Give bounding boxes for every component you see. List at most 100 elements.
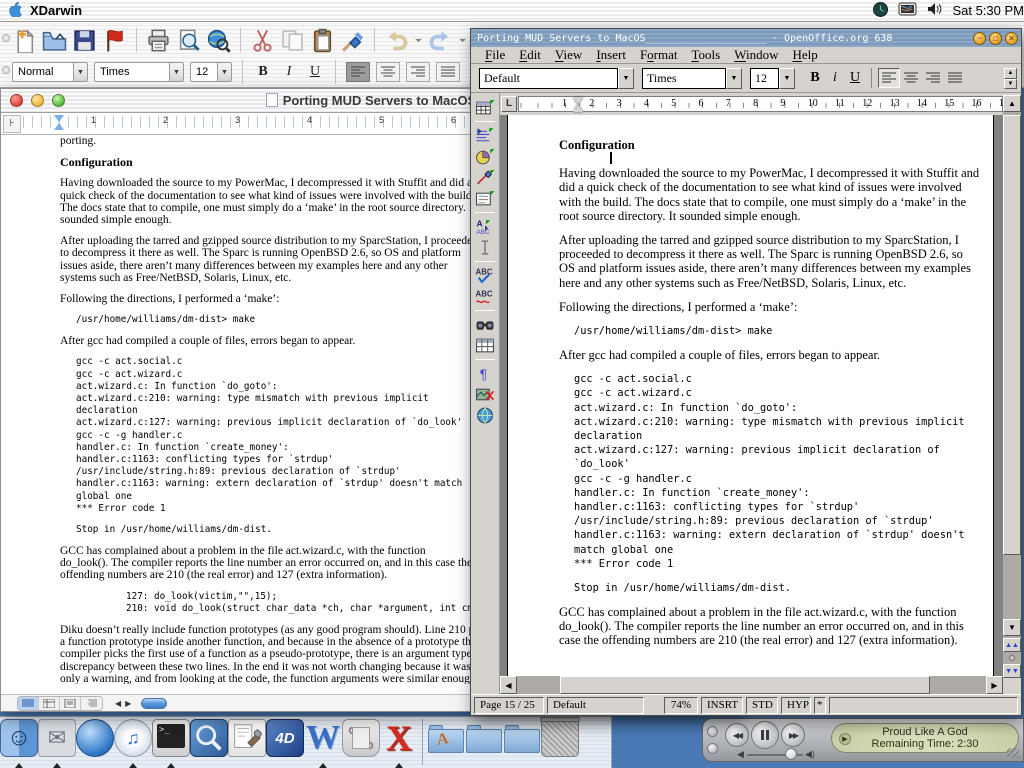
font-size-select[interactable]: 12▼ xyxy=(190,62,232,82)
form-icon[interactable] xyxy=(474,189,496,208)
displays-menu-icon[interactable] xyxy=(898,2,917,20)
oo-page[interactable]: ConfigurationHaving downloaded the sourc… xyxy=(507,115,994,676)
dock-item-folder2[interactable] xyxy=(503,719,541,768)
oo-hscrollbar-thumb[interactable] xyxy=(560,676,930,694)
clock-menu-icon[interactable] xyxy=(873,2,888,20)
scroll-right-icon[interactable]: ▶ xyxy=(986,676,1003,694)
style-select[interactable]: Normal▼ xyxy=(12,62,88,82)
oo-font-size-select[interactable]: 12▼ xyxy=(750,68,795,89)
normal-view-button[interactable] xyxy=(18,697,39,710)
status-page-style[interactable]: Default xyxy=(547,697,644,714)
dock-item-word[interactable]: W xyxy=(304,719,342,768)
spellcheck-icon[interactable]: ABC xyxy=(474,266,496,285)
player-minimize-button[interactable] xyxy=(707,743,718,754)
oo-bold-button[interactable]: B xyxy=(805,68,825,88)
oo-align-justify-button[interactable] xyxy=(944,68,966,88)
volume-thumb[interactable] xyxy=(785,748,797,760)
auto-spellcheck-icon[interactable]: ABC xyxy=(474,287,496,306)
status-page-number[interactable]: Page 15 / 25 xyxy=(474,697,544,714)
oo-indent-marker-left2[interactable] xyxy=(573,104,583,112)
tab-stop-selector[interactable]: ⊦ xyxy=(3,115,21,133)
toolbar-handle-2[interactable] xyxy=(2,66,10,74)
dock-item-folder[interactable] xyxy=(465,719,503,768)
oo-toolbar-spinner[interactable]: ▲▼ xyxy=(1004,68,1017,89)
dock-item-x11[interactable]: X xyxy=(380,719,418,768)
dock-item-sherlock[interactable] xyxy=(190,719,228,768)
status-insert-mode[interactable]: INSRT xyxy=(701,697,743,714)
previous-page-icon[interactable]: ▲▲ xyxy=(1003,638,1021,652)
oo-ruler[interactable]: L 1234567891011121314151617 xyxy=(500,95,1003,115)
scroll-up-icon[interactable]: ▲ xyxy=(1003,95,1021,112)
open-icon[interactable] xyxy=(42,28,67,53)
fast-forward-button[interactable]: ▶▶ xyxy=(781,723,805,747)
web-search-icon[interactable] xyxy=(206,28,231,53)
underline-button[interactable]: U xyxy=(305,64,325,80)
left-indent-marker[interactable] xyxy=(54,123,64,130)
direct-cursor-icon[interactable] xyxy=(474,238,496,257)
dock-item-trash[interactable] xyxy=(541,719,579,768)
align-center-button[interactable] xyxy=(376,62,400,82)
copy-icon[interactable] xyxy=(280,28,305,53)
nonprinting-chars-icon[interactable]: ¶ xyxy=(474,364,496,383)
rewind-button[interactable]: ◀◀ xyxy=(725,723,749,747)
oo-menu-window[interactable]: Window xyxy=(734,47,778,63)
dock-item-applications-folder[interactable]: A xyxy=(427,719,465,768)
print-preview-icon[interactable] xyxy=(176,28,201,53)
dock-item-mail[interactable]: ✉ xyxy=(38,719,76,768)
first-line-indent-marker[interactable] xyxy=(54,115,64,122)
horizontal-scroll-arrows[interactable]: ◀▶ xyxy=(115,699,135,708)
oo-document-area[interactable]: ConfigurationHaving downloaded the sourc… xyxy=(500,115,1003,676)
dock-item-itunes[interactable]: ♫ xyxy=(114,719,152,768)
align-right-button[interactable] xyxy=(406,62,430,82)
paste-icon[interactable] xyxy=(310,28,335,53)
oo-menu-file[interactable]: File xyxy=(485,47,505,63)
toolbar-handle[interactable] xyxy=(2,34,10,42)
align-left-button[interactable] xyxy=(346,62,370,82)
insert-object-icon[interactable] xyxy=(474,147,496,166)
notebook-view-button[interactable] xyxy=(81,697,102,710)
dock-item-terminal[interactable]: >_ xyxy=(152,719,190,768)
online-layout-icon[interactable] xyxy=(474,406,496,425)
align-justify-button[interactable] xyxy=(436,62,460,82)
volume-slider[interactable]: ◀ ◀) xyxy=(737,751,817,759)
find-icon[interactable] xyxy=(474,315,496,334)
apple-menu-icon[interactable] xyxy=(0,1,30,20)
page-layout-view-button[interactable] xyxy=(60,697,81,710)
oo-vertical-scrollbar[interactable]: ▲ ▼ ▲▲ ▼▼ xyxy=(1003,95,1021,676)
oo-underline-button[interactable]: U xyxy=(845,68,865,88)
oo-menu-help[interactable]: Help xyxy=(792,47,817,63)
status-hyperlink-mode[interactable]: HYP xyxy=(781,697,811,714)
insert-table-icon[interactable] xyxy=(474,98,496,117)
dock-item-4d[interactable]: 4D xyxy=(266,719,304,768)
next-page-icon[interactable]: ▼▼ xyxy=(1003,664,1021,678)
print-icon[interactable] xyxy=(146,28,171,53)
flag-icon[interactable] xyxy=(102,28,127,53)
save-icon[interactable] xyxy=(72,28,97,53)
horizontal-scrollbar-thumb[interactable] xyxy=(141,698,167,709)
volume-menu-icon[interactable] xyxy=(927,2,942,19)
graphics-onoff-icon[interactable] xyxy=(474,385,496,404)
status-selection-mode[interactable]: STD xyxy=(746,697,778,714)
oo-titlebar[interactable]: Porting MUD Servers to MacOS____________… xyxy=(471,29,1021,47)
format-brush-icon[interactable] xyxy=(340,28,365,53)
scroll-down-icon[interactable]: ▼ xyxy=(1003,619,1021,636)
oo-maximize-button[interactable]: □ xyxy=(989,32,1002,45)
oo-font-select[interactable]: Times▼ xyxy=(642,68,742,89)
dock-item-browser[interactable] xyxy=(76,719,114,768)
oo-tab-type-selector[interactable]: L xyxy=(501,96,517,112)
oo-menu-edit[interactable]: Edit xyxy=(519,47,541,63)
resize-grip[interactable] xyxy=(1007,748,1019,758)
draw-functions-icon[interactable] xyxy=(474,168,496,187)
insert-fields-icon[interactable] xyxy=(474,126,496,145)
status-zoom[interactable]: 74% xyxy=(664,697,698,714)
italic-button[interactable]: I xyxy=(279,64,299,80)
oo-menu-insert[interactable]: Insert xyxy=(596,47,626,63)
font-select[interactable]: Times▼ xyxy=(94,62,184,82)
oo-italic-button[interactable]: i xyxy=(825,68,845,88)
dock-item-finder[interactable]: ☺ xyxy=(0,719,38,768)
bold-button[interactable]: B xyxy=(253,64,273,80)
oo-menu-view[interactable]: View xyxy=(555,47,582,63)
menubar-clock[interactable]: Sat 5:30 PM xyxy=(952,3,1024,18)
new-document-icon[interactable] xyxy=(12,28,37,53)
oo-vscrollbar-thumb[interactable] xyxy=(1003,115,1021,555)
